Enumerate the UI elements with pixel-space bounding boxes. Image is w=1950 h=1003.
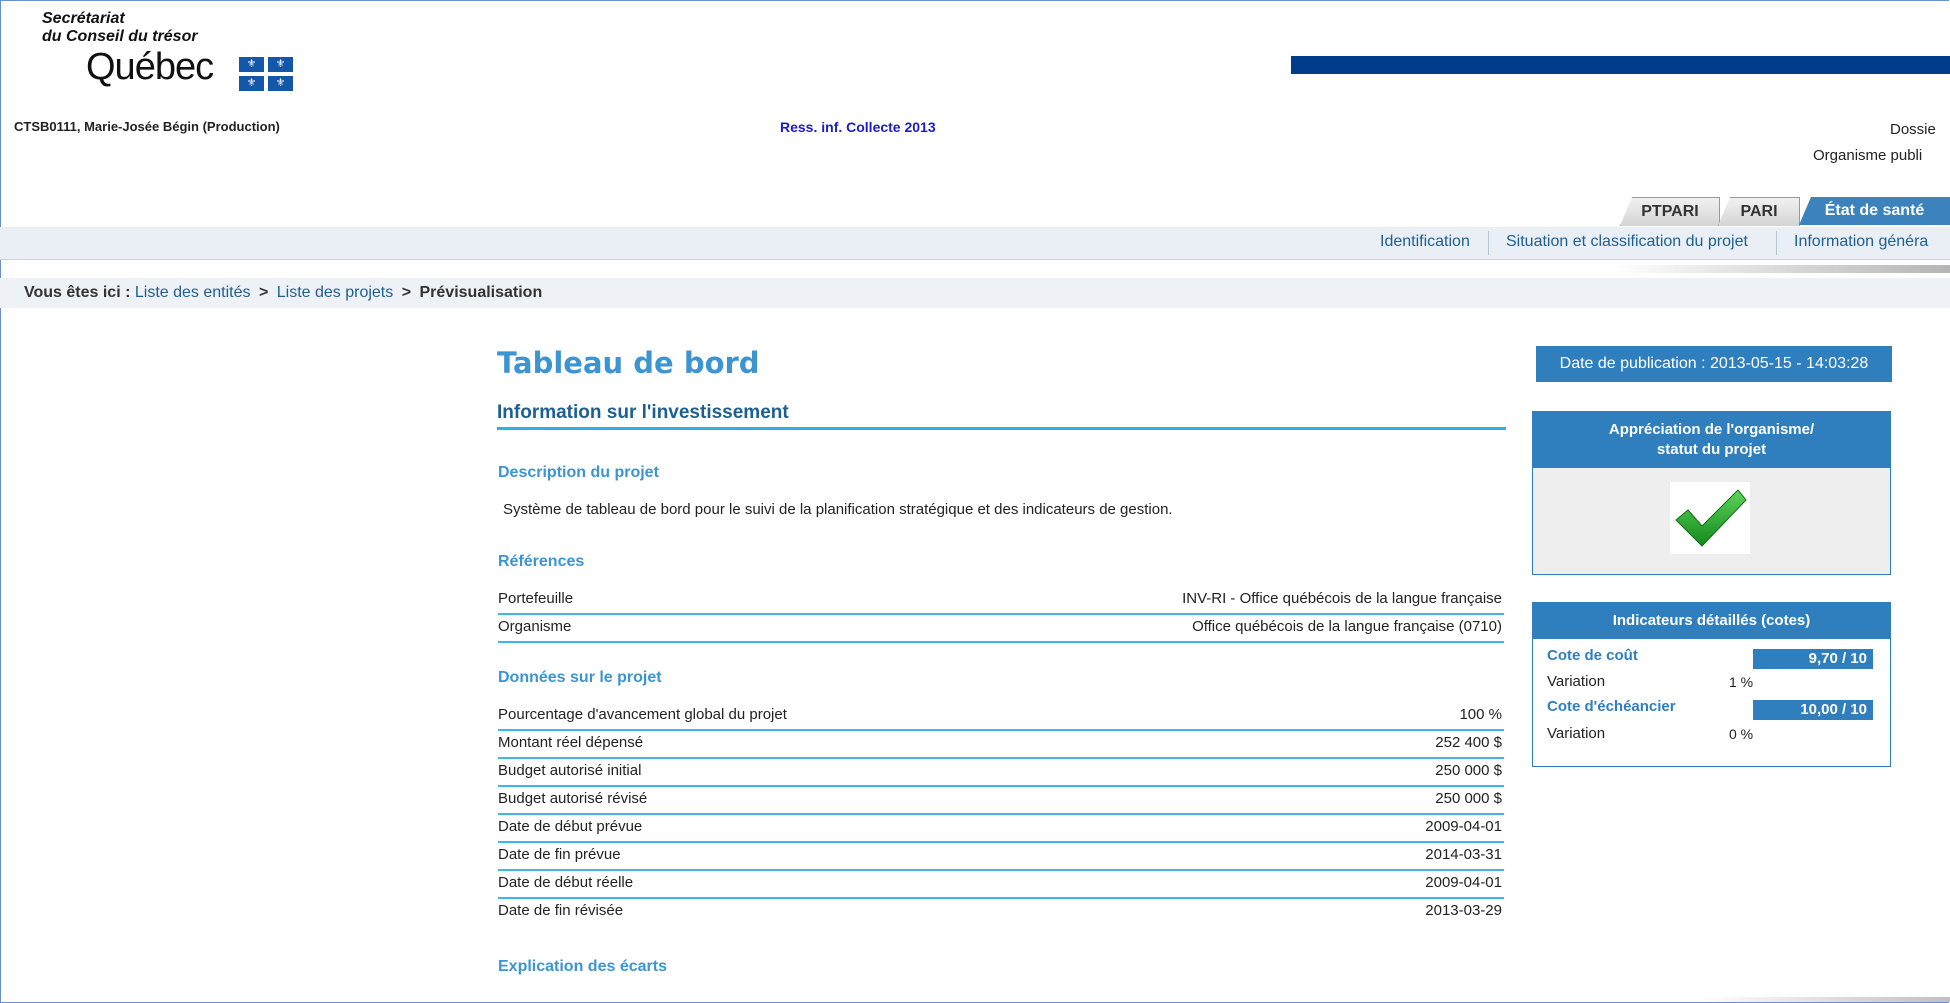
cost-variation-label: Variation <box>1547 673 1606 690</box>
project-description: Système de tableau de bord pour le suivi… <box>503 501 1173 518</box>
table-row: Pourcentage d'avancement global du proje… <box>498 703 1504 731</box>
schedule-variation-value: 0 % <box>1729 726 1754 742</box>
breadcrumb-separator: > <box>258 284 269 301</box>
section-divider <box>497 427 1506 430</box>
row-value: 2013-03-29 <box>1425 902 1502 919</box>
row-value: 100 % <box>1459 706 1502 723</box>
tab-etat-de-sante[interactable]: État de santé <box>1799 197 1950 225</box>
row-label: Date de début réelle <box>498 874 634 891</box>
cost-rating-label: Cote de coût <box>1547 647 1638 664</box>
appreciation-panel: Appréciation de l'organisme/ statut du p… <box>1532 411 1891 575</box>
checkmark-icon <box>1670 482 1750 554</box>
subnav-information[interactable]: Information généra <box>1794 233 1928 251</box>
cost-rating-value: 9,70 / 10 <box>1753 649 1873 669</box>
page-title: Tableau de bord <box>497 346 760 380</box>
project-data-heading: Données sur le projet <box>498 669 662 686</box>
breadcrumb-separator: > <box>401 284 412 301</box>
breadcrumb: Vous êtes ici : Liste des entités > List… <box>24 284 542 302</box>
subnav-identification[interactable]: Identification <box>1380 233 1470 251</box>
indicators-title: Indicateurs détaillés (cotes) <box>1533 603 1890 639</box>
publication-date: Date de publication : 2013-05-15 - 14:03… <box>1536 346 1892 382</box>
logo-line1: Secrétariat <box>42 10 125 27</box>
row-label: Date de début prévue <box>498 818 643 835</box>
logo-line2: du Conseil du trésor <box>42 28 198 45</box>
gaps-heading: Explication des écarts <box>498 958 667 975</box>
row-label: Portefeuille <box>498 590 574 607</box>
table-row: Date de fin prévue 2014-03-31 <box>498 843 1504 871</box>
breadcrumb-link-entites[interactable]: Liste des entités <box>135 284 251 301</box>
row-label: Pourcentage d'avancement global du proje… <box>498 706 787 723</box>
tab-pari[interactable]: PARI <box>1718 197 1800 226</box>
table-row: Montant réel dépensé 252 400 $ <box>498 731 1504 759</box>
schedule-rating-label: Cote d'échéancier <box>1547 698 1676 715</box>
decorative-gradient <box>1610 265 1950 273</box>
table-row: Organisme Office québécois de la langue … <box>498 615 1504 643</box>
row-label: Date de fin révisée <box>498 902 624 919</box>
breadcrumb-link-projets[interactable]: Liste des projets <box>277 284 394 301</box>
row-value: 250 000 $ <box>1435 762 1502 779</box>
row-value: 2009-04-01 <box>1425 818 1502 835</box>
row-label: Organisme <box>498 618 572 635</box>
quebec-logo: Secrétariat du Conseil du trésor Québec … <box>42 10 293 91</box>
row-value: Office québécois de la langue française … <box>1192 618 1502 635</box>
row-value: INV-RI - Office québécois de la langue f… <box>1182 590 1502 607</box>
section-title: Information sur l'investissement <box>497 402 789 423</box>
table-row: Date de fin révisée 2013-03-29 <box>498 899 1504 925</box>
description-heading: Description du projet <box>498 464 659 481</box>
appreciation-title-line2: statut du projet <box>1656 441 1767 458</box>
subnav-divider <box>1776 231 1777 255</box>
table-row: Portefeuille INV-RI - Office québécois d… <box>498 587 1504 615</box>
decorative-gradient <box>1700 997 1950 1002</box>
table-row: Date de début prévue 2009-04-01 <box>498 815 1504 843</box>
header-blue-bar <box>1291 56 1950 74</box>
logo-name: Québec <box>86 46 214 88</box>
row-label: Budget autorisé initial <box>498 762 642 779</box>
organisme-label: Organisme publi <box>1813 147 1923 164</box>
collection-label: Ress. inf. Collecte 2013 <box>780 119 936 135</box>
row-label: Date de fin prévue <box>498 846 621 863</box>
tab-ptpari[interactable]: PTPARI <box>1620 197 1720 226</box>
appreciation-title-line1: Appréciation de l'organisme/ <box>1608 421 1815 438</box>
row-label: Montant réel dépensé <box>498 734 644 751</box>
dossier-label: Dossie <box>1890 121 1936 138</box>
row-value: 2014-03-31 <box>1425 846 1502 863</box>
subnav-situation[interactable]: Situation et classification du projet <box>1506 233 1748 251</box>
appreciation-header: Appréciation de l'organisme/ statut du p… <box>1533 412 1890 468</box>
row-label: Budget autorisé révisé <box>498 790 648 807</box>
references-heading: Références <box>498 553 585 570</box>
row-value: 250 000 $ <box>1435 790 1502 807</box>
breadcrumb-current: Prévisualisation <box>419 284 543 301</box>
table-row: Budget autorisé initial 250 000 $ <box>498 759 1504 787</box>
row-value: 252 400 $ <box>1435 734 1502 751</box>
schedule-rating-value: 10,00 / 10 <box>1753 700 1873 720</box>
subnav-divider <box>1488 231 1489 255</box>
schedule-variation-label: Variation <box>1547 725 1606 742</box>
sub-navigation: Identification Situation et classificati… <box>0 227 1950 260</box>
indicators-panel: Indicateurs détaillés (cotes) Cote de co… <box>1532 602 1891 767</box>
cost-variation-value: 1 % <box>1729 674 1754 690</box>
quebec-flag-icon: ⚜ ⚜ ⚜ ⚜ <box>239 57 295 92</box>
row-value: 2009-04-01 <box>1425 874 1502 891</box>
table-row: Budget autorisé révisé 250 000 $ <box>498 787 1504 815</box>
breadcrumb-prefix: Vous êtes ici : <box>24 284 131 301</box>
table-row: Date de début réelle 2009-04-01 <box>498 871 1504 899</box>
user-info: CTSB0111, Marie-Josée Bégin (Production) <box>14 119 280 134</box>
